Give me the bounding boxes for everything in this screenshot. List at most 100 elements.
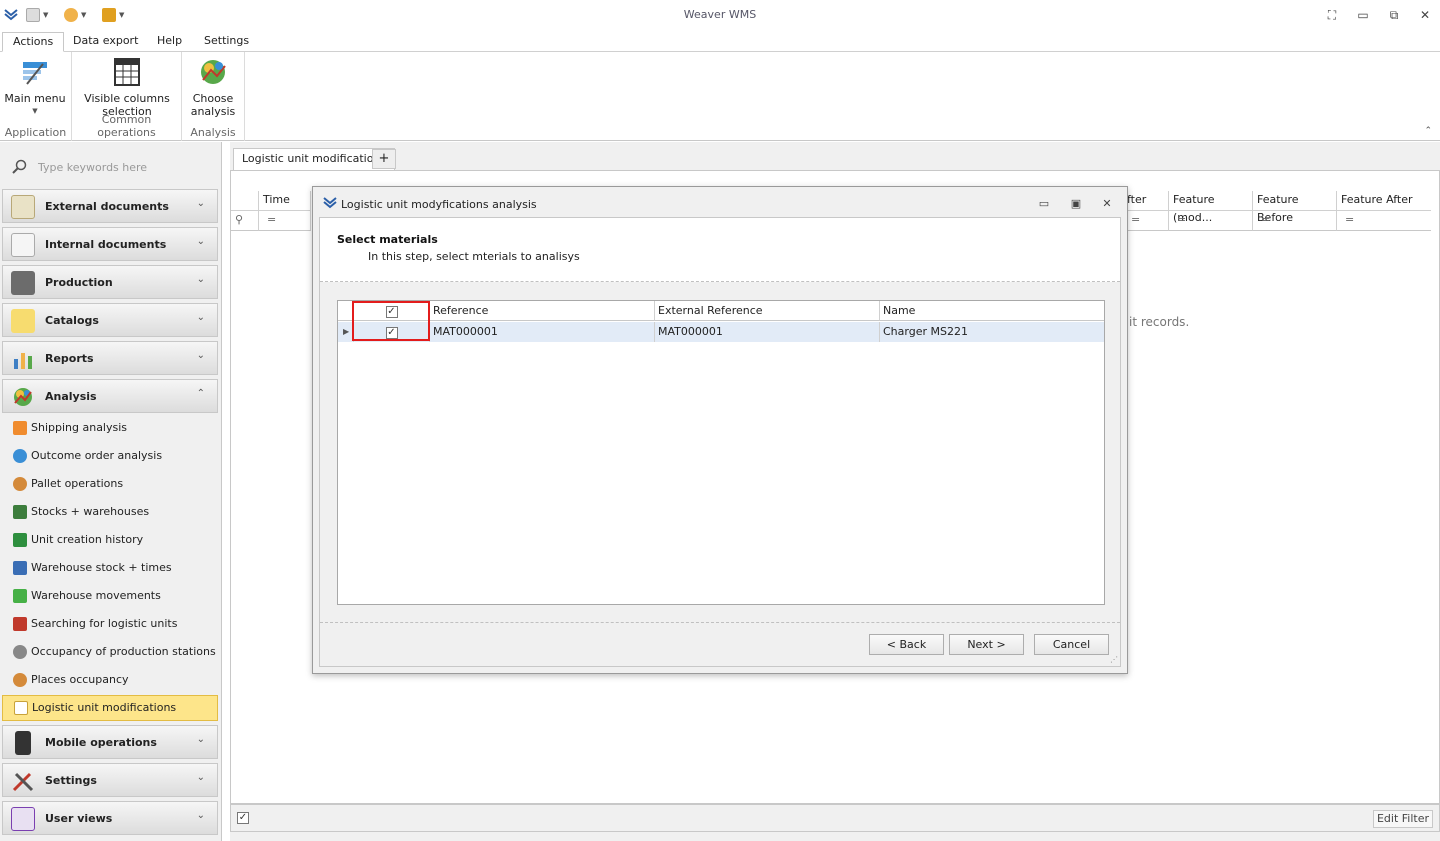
edit-filter-button[interactable]: Edit Filter (1372, 810, 1433, 828)
cell-reference[interactable]: MAT000001 (430, 322, 655, 342)
nav-item-label: Warehouse stock + times (31, 561, 172, 574)
dialog-maximize-icon[interactable]: ▣ (1067, 196, 1085, 212)
column-header-name[interactable]: Name (880, 301, 1104, 321)
step-description: In this step, select mterials to analisy… (368, 250, 580, 263)
row-indicator-header (231, 191, 259, 211)
column-header-time[interactable]: Time (259, 191, 311, 211)
nav-item-occupancy-production-stations[interactable]: Occupancy of production stations (2, 640, 218, 664)
resize-grip-icon[interactable]: ⋰ (1110, 655, 1118, 664)
dialog-minimize-icon[interactable]: ▭ (1035, 196, 1053, 212)
ribbon-tab-settings[interactable]: Settings (194, 32, 259, 52)
nav-item-stocks-warehouses[interactable]: Stocks + warehouses (2, 500, 218, 524)
nav-item-outcome-order-analysis[interactable]: Outcome order analysis (2, 444, 218, 468)
analysis-icon (11, 385, 35, 409)
column-header-after[interactable]: fter (1123, 191, 1169, 211)
column-header-external-reference[interactable]: External Reference (655, 301, 880, 321)
nav-group-catalogs[interactable]: Catalogs ⌄ (2, 303, 218, 337)
materials-grid: ✓ Reference External Reference Name ▶ ✓ … (337, 300, 1105, 605)
filter-enabled-checkbox[interactable]: ✓ (237, 812, 249, 824)
column-header-feature-before[interactable]: Feature Before (1253, 191, 1337, 224)
nav-group-reports[interactable]: Reports ⌄ (2, 341, 218, 375)
arrow-up-icon (13, 421, 27, 435)
nav-item-shipping-analysis[interactable]: Shipping analysis (2, 416, 218, 440)
nav-group-internal-documents[interactable]: Internal documents ⌄ (2, 227, 218, 261)
main-menu-label: Main menu (4, 92, 66, 105)
ribbon-tab-data-export[interactable]: Data export (63, 32, 148, 52)
close-icon[interactable]: ✕ (1415, 6, 1435, 24)
chevron-down-icon: ⌄ (196, 236, 205, 247)
nav-group-settings[interactable]: Settings ⌄ (2, 763, 218, 797)
user-views-icon (11, 807, 35, 831)
app-logo-icon (323, 197, 337, 209)
add-tab-button[interactable]: + (372, 149, 396, 169)
search-red-icon (13, 617, 27, 631)
nav-group-mobile-operations[interactable]: Mobile operations ⌄ (2, 725, 218, 759)
ribbon-group-analysis: Choose analysis Analysis (182, 52, 245, 141)
filter-cell-after[interactable]: = (1123, 211, 1169, 231)
column-header-feature-after[interactable]: Feature After (1337, 191, 1431, 211)
filter-icon[interactable]: ⚲ (231, 211, 259, 231)
pallet-icon (13, 477, 27, 491)
ledger-icon (13, 533, 27, 547)
cancel-button[interactable]: Cancel (1034, 634, 1109, 655)
nav-item-logistic-unit-modifications[interactable]: Logistic unit modifications (2, 695, 218, 721)
maximize-icon[interactable]: ⧉ (1384, 6, 1404, 24)
collapse-ribbon-icon[interactable]: ⌃ (1424, 126, 1432, 136)
dialog-close-icon[interactable]: ✕ (1098, 196, 1116, 212)
chevron-down-icon: ⌄ (196, 350, 205, 361)
nav-group-production[interactable]: Production ⌄ (2, 265, 218, 299)
filter-cell-time[interactable]: = (259, 211, 311, 231)
back-button[interactable]: < Back (869, 634, 944, 655)
nav-group-label: Analysis (45, 390, 97, 403)
nav-item-label: Pallet operations (31, 477, 124, 490)
main-menu-icon (19, 56, 51, 88)
visible-columns-button[interactable]: Visible columns selection (80, 56, 174, 118)
filter-cell-feature-before[interactable]: = (1253, 211, 1337, 231)
columns-icon (111, 56, 143, 88)
search-input[interactable]: Type keywords here (38, 161, 147, 174)
nav-item-places-occupancy[interactable]: Places occupancy (2, 668, 218, 692)
nav-item-searching-logistic-units[interactable]: Searching for logistic units (2, 612, 218, 636)
grid-icon (13, 561, 27, 575)
ribbon-tab-actions[interactable]: Actions (2, 32, 65, 52)
chevron-down-icon: ⌄ (196, 198, 205, 209)
column-header-feature-mod[interactable]: Feature (mod... (1169, 191, 1253, 224)
nav-group-external-documents[interactable]: External documents ⌄ (2, 189, 218, 223)
ribbon-tab-help[interactable]: Help (147, 32, 192, 52)
cell-name[interactable]: Charger MS221 (880, 322, 1104, 342)
nav-item-label: Occupancy of production stations (31, 645, 216, 658)
nav-group-label: Settings (45, 774, 97, 787)
cell-external-reference[interactable]: MAT000001 (655, 322, 880, 342)
analysis-wizard-dialog: Logistic unit modyfications analysis ▭ ▣… (312, 186, 1128, 674)
ribbon-body: Main menu ▼ Application Visible columns … (0, 52, 1440, 141)
search-box[interactable]: Type keywords here (8, 156, 213, 178)
choose-analysis-button[interactable]: Choose analysis (188, 56, 238, 118)
nav-group-user-views[interactable]: User views ⌄ (2, 801, 218, 835)
nav-group-label: External documents (45, 200, 169, 213)
people-icon (13, 645, 27, 659)
ribbon-group-common-operations: Visible columns selection Common operati… (72, 52, 182, 141)
arrow-right-icon (13, 589, 27, 603)
places-icon (13, 673, 27, 687)
filter-cell-feature-after[interactable]: = (1337, 211, 1431, 231)
next-button[interactable]: Next > (949, 634, 1024, 655)
minimize-icon[interactable]: ▭ (1353, 6, 1373, 24)
nav-item-pallet-operations[interactable]: Pallet operations (2, 472, 218, 496)
nav-group-analysis[interactable]: Analysis ⌃ (2, 379, 218, 413)
reports-icon (11, 347, 35, 371)
ribbon-group-label-analysis: Analysis (190, 126, 236, 139)
nav-group-label: Catalogs (45, 314, 99, 327)
chevron-down-icon: ⌄ (196, 734, 205, 745)
nav-item-label: Warehouse movements (31, 589, 161, 602)
restore-down-icon[interactable]: ⛶ (1322, 6, 1342, 24)
filter-cell-feature-mod[interactable]: = (1169, 211, 1253, 231)
logistic-icon (14, 701, 28, 715)
main-menu-button[interactable]: Main menu ▼ (4, 56, 66, 118)
tab-logistic-unit-modifications[interactable]: Logistic unit modifications (233, 148, 396, 170)
column-header-reference[interactable]: Reference (430, 301, 655, 321)
nav-item-unit-creation-history[interactable]: Unit creation history (2, 528, 218, 552)
ribbon-tabs: Actions Data export Help Settings (0, 30, 1440, 52)
nav-item-warehouse-movements[interactable]: Warehouse movements (2, 584, 218, 608)
empty-grid-message: it records. (1129, 315, 1190, 329)
nav-item-warehouse-stock-times[interactable]: Warehouse stock + times (2, 556, 218, 580)
